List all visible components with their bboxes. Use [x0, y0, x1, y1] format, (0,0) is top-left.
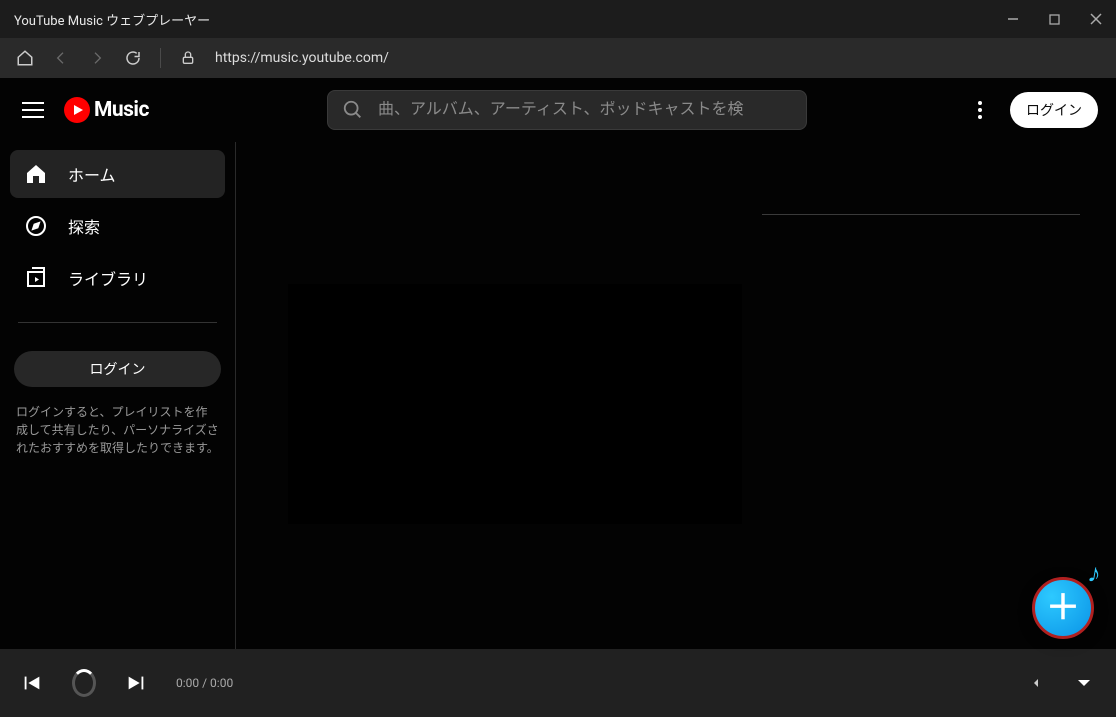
content-placeholder [288, 284, 742, 524]
sidebar-item-label: ライブラリ [68, 266, 148, 290]
sidebar-login-desc: ログインすると、プレイリストを作成して共有したり、パーソナライズされたおすすめを… [10, 403, 225, 457]
sidebar-item-label: ホーム [68, 162, 116, 186]
home-filled-icon [24, 162, 48, 186]
plus-icon: ＋ [1046, 591, 1080, 625]
compass-icon [24, 214, 48, 238]
search-box[interactable] [327, 90, 807, 130]
sidebar-item-home[interactable]: ホーム [10, 150, 225, 198]
search-icon [342, 99, 364, 121]
sidebar-login-button[interactable]: ログイン [14, 351, 221, 387]
app-body: ホーム 探索 ライブラリ ログイン ログインすると、プレイリストを作成して共有し… [0, 142, 1116, 649]
hamburger-menu-icon[interactable] [22, 98, 46, 122]
lock-icon[interactable] [179, 49, 197, 67]
sidebar-divider [18, 322, 217, 323]
sidebar-item-library[interactable]: ライブラリ [10, 254, 225, 302]
back-icon [52, 49, 70, 67]
brand-name: Music [94, 98, 149, 122]
caret-down-icon[interactable] [1072, 671, 1096, 695]
window-controls [1001, 9, 1108, 29]
close-button[interactable] [1084, 9, 1108, 29]
previous-track-icon[interactable] [20, 671, 44, 695]
window-title: YouTube Music ウェブプレーヤー [14, 10, 210, 29]
search-input[interactable] [378, 101, 792, 119]
navbar-separator [160, 48, 161, 68]
app-header: Music ログイン [0, 78, 1116, 142]
sidebar: ホーム 探索 ライブラリ ログイン ログインすると、プレイリストを作成して共有し… [0, 142, 236, 649]
time-current: 0:00 [176, 676, 199, 690]
url-text[interactable]: https://music.youtube.com/ [215, 50, 389, 66]
panel-divider [762, 214, 1080, 215]
add-fab-button[interactable]: ♪ ＋ [1032, 577, 1094, 639]
loading-spinner-icon [72, 671, 96, 695]
refresh-icon[interactable] [124, 49, 142, 67]
maximize-button[interactable] [1043, 10, 1066, 29]
sidebar-item-explore[interactable]: 探索 [10, 202, 225, 250]
time-sep: / [199, 676, 210, 690]
home-icon[interactable] [16, 49, 34, 67]
logo[interactable]: Music [64, 97, 149, 123]
window-titlebar: YouTube Music ウェブプレーヤー [0, 0, 1116, 38]
browser-navbar: https://music.youtube.com/ [0, 38, 1116, 78]
login-button[interactable]: ログイン [1010, 92, 1098, 128]
playback-time: 0:00 / 0:00 [176, 676, 233, 690]
next-track-icon[interactable] [124, 671, 148, 695]
main-content [236, 142, 1116, 649]
kebab-menu-icon[interactable] [972, 95, 988, 125]
player-bar: 0:00 / 0:00 [0, 649, 1116, 717]
caret-left-icon[interactable] [1024, 671, 1048, 695]
forward-icon [88, 49, 106, 67]
sidebar-item-label: 探索 [68, 214, 100, 238]
time-total: 0:00 [210, 676, 233, 690]
play-logo-icon [64, 97, 90, 123]
minimize-button[interactable] [1001, 9, 1025, 29]
library-icon [24, 266, 48, 290]
